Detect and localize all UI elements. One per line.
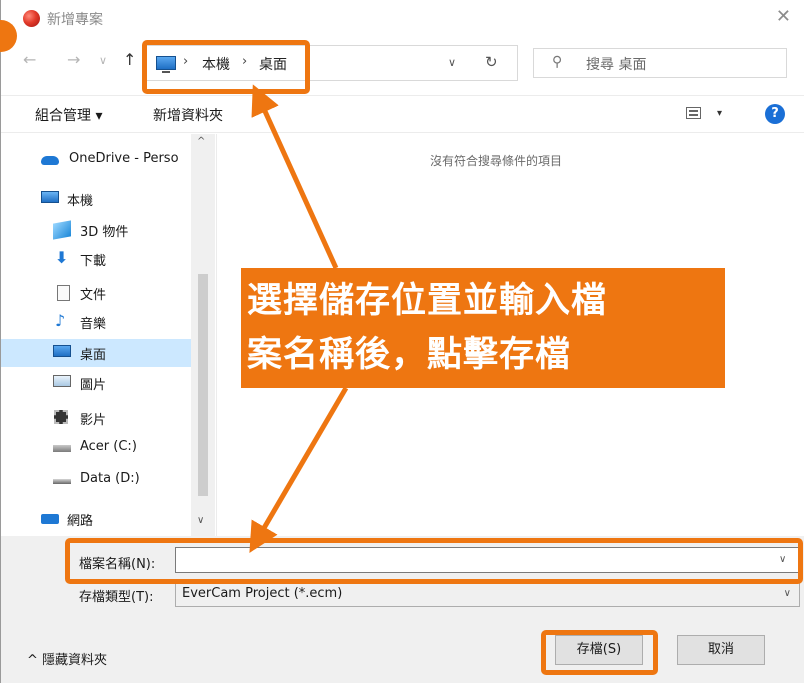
pictures-icon <box>53 375 71 387</box>
sidebar-item-label: Acer (C:) <box>80 439 137 454</box>
filetype-dropdown-icon[interactable]: ∨ <box>784 588 791 599</box>
filetype-label: 存檔類型(T): <box>79 590 154 605</box>
scroll-down-icon[interactable]: ∨ <box>197 515 204 526</box>
sidebar-item-desktop[interactable]: 桌面 <box>1 339 191 367</box>
breadcrumb-desktop[interactable]: 桌面 <box>259 54 287 74</box>
cloud-icon <box>41 156 59 165</box>
sidebar-item-downloads[interactable]: ⬇ 下載 <box>1 245 191 273</box>
sidebar-item-label: 音樂 <box>80 317 107 332</box>
navigation-bar: ← → ∨ ↑ › 本機 › 桌面 ∨ ↻ ⚲ 搜尋 桌面 <box>1 38 804 88</box>
sidebar-item-label: 下載 <box>80 254 107 269</box>
hide-folders-toggle[interactable]: ^ 隱藏資料夾 <box>27 649 107 668</box>
instruction-callout: 選擇儲存位置並輸入檔 案名稱後，點擊存檔 <box>241 268 725 388</box>
filetype-select[interactable]: EverCam Project (*.ecm) ∨ <box>175 581 800 607</box>
navigation-pane: OneDrive - Perso 本機 3D 物件 ⬇ 下載 文件 ♪ 音樂 桌… <box>1 134 217 536</box>
sidebar-item-3d-objects[interactable]: 3D 物件 <box>1 216 191 244</box>
search-icon: ⚲ <box>552 54 563 70</box>
cube-icon <box>53 220 71 240</box>
sidebar-item-pictures[interactable]: 圖片 <box>1 369 191 397</box>
scroll-up-icon[interactable]: ^ <box>197 136 205 147</box>
view-options-icon[interactable] <box>686 107 701 119</box>
breadcrumb-separator: › <box>183 54 189 69</box>
drive-icon <box>53 445 71 452</box>
scrollbar-thumb[interactable] <box>198 274 208 496</box>
sidebar-item-label: 桌面 <box>80 348 107 363</box>
up-arrow-icon[interactable]: ↑ <box>123 50 136 69</box>
sidebar-item-label: OneDrive - Perso <box>69 151 179 166</box>
search-input[interactable]: ⚲ 搜尋 桌面 <box>533 48 787 78</box>
view-dropdown-icon[interactable]: ▾ <box>717 108 722 119</box>
sidebar-item-onedrive[interactable]: OneDrive - Perso <box>1 146 191 174</box>
sidebar-item-label: 網路 <box>67 514 94 529</box>
close-icon[interactable]: ✕ <box>776 6 791 27</box>
title-bar: 新增專案 ✕ <box>0 0 804 52</box>
empty-results-message: 沒有符合搜尋條件的項目 <box>430 154 563 168</box>
search-placeholder: 搜尋 桌面 <box>586 57 647 73</box>
refresh-icon[interactable]: ↻ <box>485 53 498 71</box>
save-form: 檔案名稱(N): ∨ 存檔類型(T): EverCam Project (*.e… <box>1 536 804 683</box>
filename-field[interactable] <box>175 547 800 573</box>
music-icon: ♪ <box>55 311 66 330</box>
network-icon <box>41 514 59 524</box>
sidebar-item-network[interactable]: 網路 <box>1 505 191 533</box>
cancel-button[interactable]: 取消 <box>677 635 765 665</box>
breadcrumb-pc[interactable]: 本機 <box>202 54 230 74</box>
pc-icon <box>156 56 176 73</box>
videos-icon <box>54 410 68 424</box>
sidebar-item-documents[interactable]: 文件 <box>1 279 191 307</box>
back-arrow-icon[interactable]: ← <box>23 50 36 69</box>
document-icon <box>57 285 70 301</box>
sidebar-item-drive-c[interactable]: Acer (C:) <box>1 434 191 462</box>
address-bar[interactable]: › 本機 › 桌面 ∨ ↻ <box>145 45 518 81</box>
instruction-line-1: 選擇儲存位置並輸入檔 <box>247 281 608 321</box>
app-icon <box>23 10 40 27</box>
sidebar-item-label: 圖片 <box>80 378 107 393</box>
organize-button[interactable]: 組合管理 ▾ <box>35 105 102 125</box>
sidebar-item-music[interactable]: ♪ 音樂 <box>1 308 191 336</box>
sidebar-item-label: 文件 <box>80 288 107 303</box>
sidebar-item-label: 影片 <box>80 413 107 428</box>
sidebar-scrollbar[interactable]: ^ ∨ <box>191 134 215 536</box>
address-dropdown-icon[interactable]: ∨ <box>448 56 456 69</box>
recent-locations-chevron-icon[interactable]: ∨ <box>99 54 107 67</box>
sidebar-item-label: 本機 <box>67 194 94 209</box>
save-dialog: 新增專案 ✕ ← → ∨ ↑ › 本機 › 桌面 ∨ ↻ ⚲ 搜尋 桌面 組合管… <box>0 0 804 683</box>
sidebar-item-videos[interactable]: 影片 <box>1 404 191 432</box>
pc-icon <box>41 191 59 203</box>
sidebar-item-label: 3D 物件 <box>80 225 129 240</box>
filetype-value: EverCam Project (*.ecm) <box>182 586 343 601</box>
save-button[interactable]: 存檔(S) <box>555 635 643 665</box>
filename-label: 檔案名稱(N): <box>79 557 156 572</box>
new-folder-button[interactable]: 新增資料夾 <box>153 105 223 125</box>
instruction-line-2: 案名稱後，點擊存檔 <box>247 335 572 375</box>
drive-icon <box>53 479 71 484</box>
window-title: 新增專案 <box>47 12 103 28</box>
sidebar-item-this-pc[interactable]: 本機 <box>1 185 191 213</box>
forward-arrow-icon[interactable]: → <box>67 50 80 69</box>
download-icon: ⬇ <box>55 248 69 267</box>
breadcrumb-separator: › <box>242 54 248 69</box>
filename-dropdown-icon[interactable]: ∨ <box>779 554 786 565</box>
desktop-icon <box>53 345 71 357</box>
toolbar: 組合管理 ▾ 新增資料夾 ▾ ? <box>1 95 804 133</box>
sidebar-item-drive-d[interactable]: Data (D:) <box>1 466 191 494</box>
sidebar-item-label: Data (D:) <box>80 471 140 486</box>
help-icon[interactable]: ? <box>765 104 785 124</box>
